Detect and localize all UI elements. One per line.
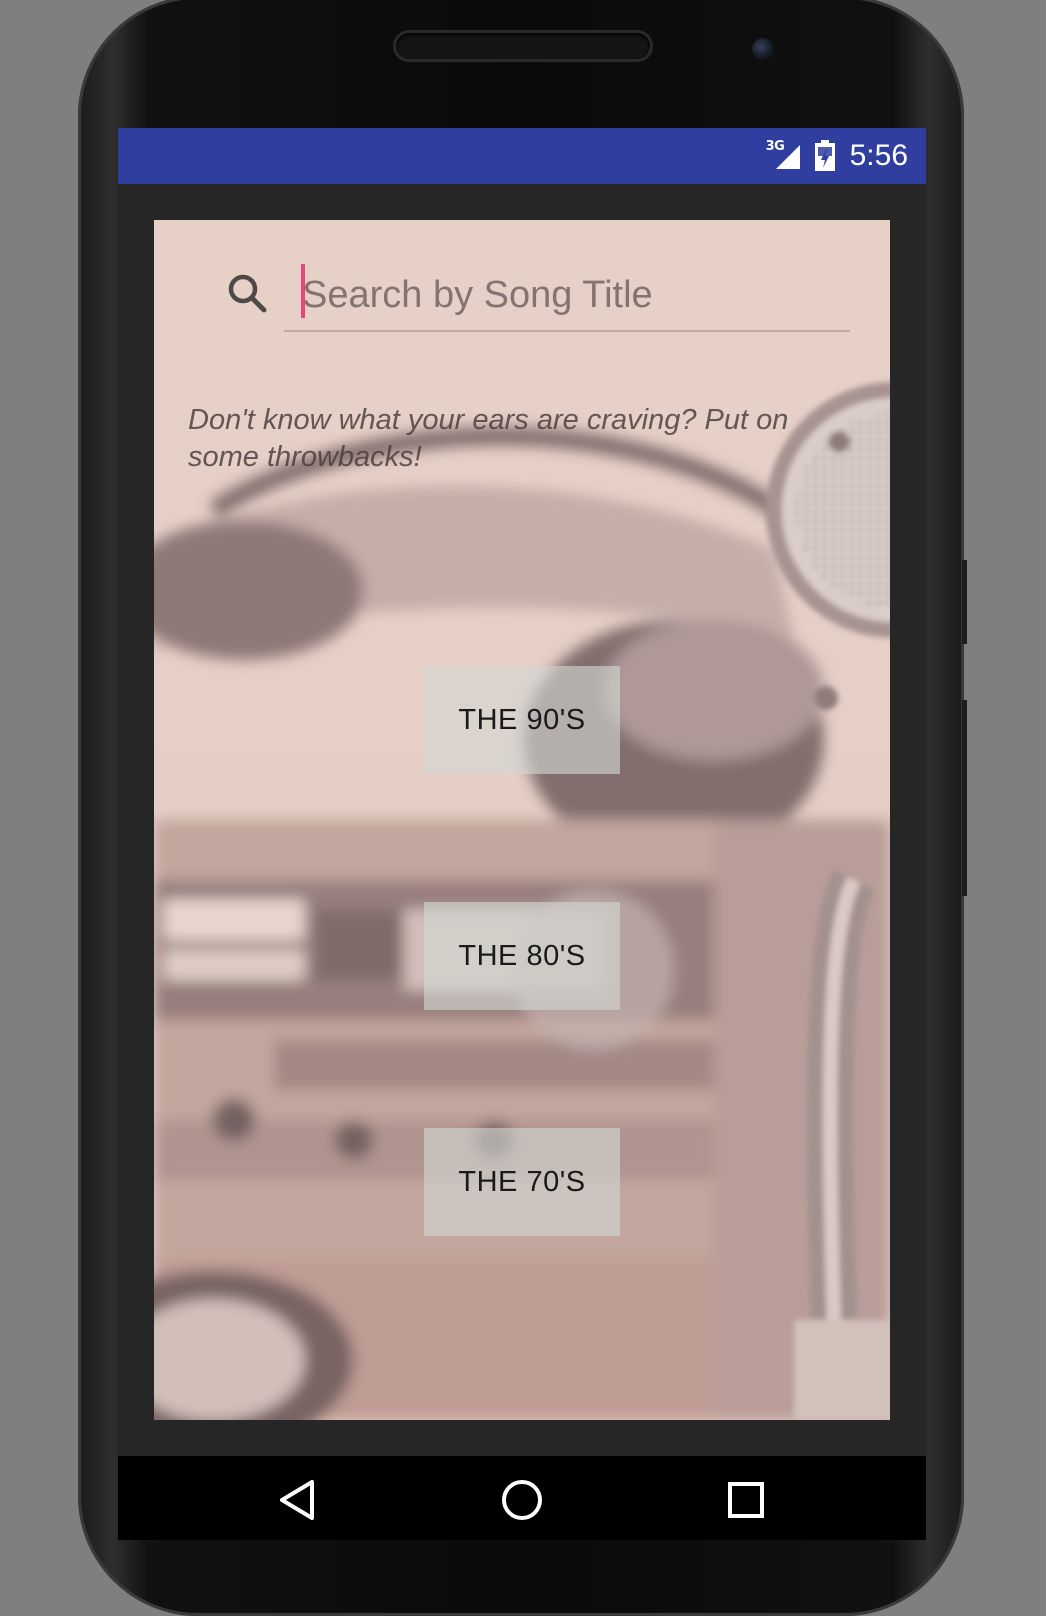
navigation-bar xyxy=(118,1456,926,1540)
device-power-button xyxy=(962,560,967,644)
status-bar: 3G 5:56 xyxy=(118,128,926,184)
decade-90s-button[interactable]: THE 90'S xyxy=(424,666,620,774)
decade-80s-button[interactable]: THE 80'S xyxy=(424,902,620,1010)
background-image xyxy=(154,220,890,1420)
search-bar xyxy=(154,220,890,360)
home-icon[interactable] xyxy=(492,1470,552,1530)
battery-icon xyxy=(814,140,836,172)
device-camera xyxy=(752,38,774,60)
search-input[interactable] xyxy=(284,260,850,332)
status-icons: 3G 5:56 xyxy=(766,136,908,176)
status-time: 5:56 xyxy=(849,139,908,172)
text-cursor xyxy=(301,264,305,318)
app-content: Don't know what your ears are craving? P… xyxy=(154,220,890,1420)
signal-icon: 3G xyxy=(766,139,806,173)
back-icon[interactable] xyxy=(268,1470,328,1530)
recents-icon[interactable] xyxy=(716,1470,776,1530)
device-screen: 3G 5:56 Search by Song Title Don't know … xyxy=(118,128,926,1540)
device-volume-button xyxy=(962,700,967,896)
device-speaker xyxy=(396,33,650,59)
search-icon[interactable] xyxy=(224,270,272,318)
decade-70s-button[interactable]: THE 70'S xyxy=(424,1128,620,1236)
tagline-text: Don't know what your ears are craving? P… xyxy=(188,404,789,473)
